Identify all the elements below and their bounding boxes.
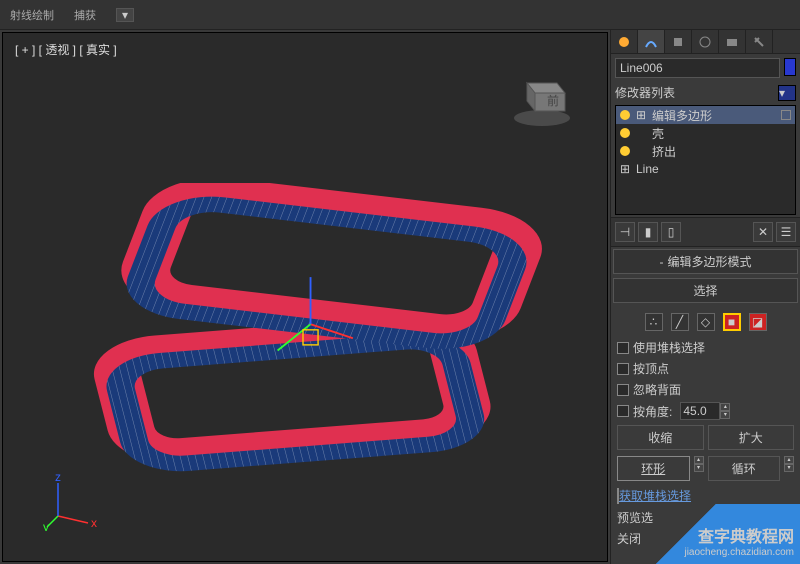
subobj-element[interactable]: ◪: [749, 313, 767, 331]
axis-tripod: x y z: [43, 471, 103, 531]
stack-toggle-icon[interactable]: [781, 110, 791, 120]
stack-toolbar: ⊣ ▮ ▯ ✕ ☰: [611, 217, 800, 247]
btn-grow[interactable]: 扩大: [708, 425, 795, 450]
stack-label: 挤出: [652, 143, 676, 160]
spin-up[interactable]: ▴: [720, 403, 730, 411]
btn-shrink[interactable]: 收缩: [617, 425, 704, 450]
stack-item-extrude[interactable]: 挤出: [616, 142, 795, 160]
btn-ring[interactable]: 环形: [617, 456, 690, 481]
subobj-polygon[interactable]: ■: [723, 313, 741, 331]
main-area: [ + ] [ 透视 ] [ 真实 ] 前: [0, 30, 800, 564]
viewport-label[interactable]: [ + ] [ 透视 ] [ 真实 ]: [15, 41, 117, 58]
chk-ignore-backface[interactable]: [617, 384, 629, 396]
watermark: 查字典教程网 jiaocheng.chazidian.com: [620, 504, 800, 564]
expand-icon[interactable]: ⊞: [620, 162, 630, 176]
svg-text:y: y: [43, 520, 49, 531]
subobj-border[interactable]: ◇: [697, 313, 715, 331]
expand-icon[interactable]: ⊞: [636, 108, 646, 122]
bulb-icon[interactable]: [620, 146, 630, 156]
tab-motion[interactable]: [692, 30, 719, 53]
tab-hierarchy[interactable]: [665, 30, 692, 53]
menu-item-raytrace[interactable]: 射线绘制: [10, 7, 54, 23]
model-geometry: [43, 183, 563, 503]
stack-item-shell[interactable]: 壳: [616, 124, 795, 142]
remove-modifier-button[interactable]: ✕: [753, 222, 773, 242]
rollout-edit-poly-mode: -编辑多边形模式: [613, 249, 798, 274]
stack-label: 壳: [652, 125, 664, 142]
tab-utilities[interactable]: [746, 30, 773, 53]
subobj-vertex[interactable]: ∴: [645, 313, 663, 331]
make-unique-button[interactable]: ▯: [661, 222, 681, 242]
loop-up[interactable]: ▴: [784, 456, 794, 464]
viewcube[interactable]: 前: [507, 63, 577, 133]
menu-item-capture[interactable]: 捕获: [74, 7, 96, 23]
tab-modify[interactable]: [638, 30, 665, 53]
svg-text:z: z: [55, 471, 61, 484]
command-panel: 修改器列表 ▾ ⊞ 编辑多边形 壳 挤出 ⊞ Line: [610, 30, 800, 564]
link-get-stack-selection[interactable]: 获取堆栈选择: [619, 489, 691, 503]
loop-down[interactable]: ▾: [784, 464, 794, 472]
svg-text:x: x: [91, 516, 97, 530]
ring-down[interactable]: ▾: [694, 464, 704, 472]
subobject-row: ∴ ╱ ◇ ■ ◪: [617, 307, 794, 337]
command-panel-tabs: [611, 30, 800, 54]
btn-loop[interactable]: 循环: [708, 456, 781, 481]
top-menu-bar: 射线绘制 捕获 ▾: [0, 0, 800, 30]
rollout-header[interactable]: 选择: [613, 278, 798, 303]
stack-item-edit-poly[interactable]: ⊞ 编辑多边形: [616, 106, 795, 124]
ring-up[interactable]: ▴: [694, 456, 704, 464]
svg-text:前: 前: [547, 93, 559, 108]
object-name-input[interactable]: [615, 58, 780, 78]
modifier-stack[interactable]: ⊞ 编辑多边形 壳 挤出 ⊞ Line: [615, 105, 796, 215]
chk-by-vertex[interactable]: [617, 363, 629, 375]
rollout-header[interactable]: -编辑多边形模式: [613, 249, 798, 274]
object-color-swatch[interactable]: [784, 58, 796, 76]
configure-sets-button[interactable]: ☰: [776, 222, 796, 242]
spin-down[interactable]: ▾: [720, 411, 730, 419]
bulb-icon[interactable]: [620, 128, 630, 138]
stack-label: Line: [636, 162, 659, 176]
show-end-result-button[interactable]: ▮: [638, 222, 658, 242]
modifier-list-dropdown[interactable]: ▾: [778, 85, 796, 101]
pin-stack-button[interactable]: ⊣: [615, 222, 635, 242]
chk-by-angle[interactable]: [617, 405, 629, 417]
dropdown-icon[interactable]: ▾: [116, 8, 134, 22]
stack-item-line[interactable]: ⊞ Line: [616, 160, 795, 178]
angle-spinner[interactable]: [680, 402, 720, 420]
stack-label: 编辑多边形: [652, 107, 712, 124]
chk-use-stack[interactable]: [617, 342, 629, 354]
viewport-perspective[interactable]: [ + ] [ 透视 ] [ 真实 ] 前: [2, 32, 608, 562]
tab-display[interactable]: [719, 30, 746, 53]
subobj-edge[interactable]: ╱: [671, 313, 689, 331]
bulb-icon[interactable]: [620, 110, 630, 120]
modifier-list-label: 修改器列表: [615, 84, 778, 101]
tab-create[interactable]: [611, 30, 638, 53]
